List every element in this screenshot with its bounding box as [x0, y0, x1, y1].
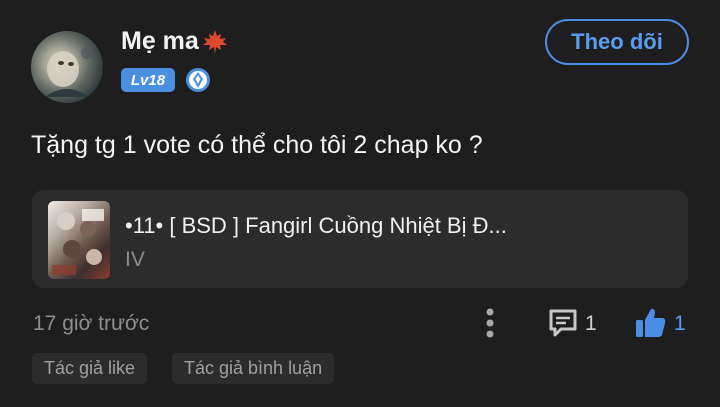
thumbs-up-icon[interactable] [633, 305, 669, 341]
more-options-icon[interactable] [480, 306, 500, 340]
diamond-rank-icon [186, 68, 210, 92]
avatar[interactable] [31, 31, 103, 103]
like-count: 1 [674, 312, 686, 335]
username-text: Mẹ ma [121, 27, 199, 55]
username[interactable]: Mẹ ma [121, 27, 229, 56]
maple-leaf-icon [202, 29, 227, 54]
timestamp: 17 giờ trước [33, 312, 150, 335]
reply-count: 1 [585, 312, 597, 335]
reply-icon[interactable] [546, 306, 580, 340]
story-cover-image [48, 201, 110, 279]
author-like-tag: Tác giả like [32, 353, 148, 384]
story-title: •11• [ BSD ] Fangirl Cuồng Nhiệt Bị Đ... [125, 213, 507, 238]
comment-text: Tặng tg 1 vote có thể cho tôi 2 chap ko … [31, 131, 483, 159]
story-card[interactable]: •11• [ BSD ] Fangirl Cuồng Nhiệt Bị Đ...… [32, 190, 688, 288]
story-chapter: IV [125, 248, 145, 271]
avatar-image [45, 47, 93, 97]
author-comment-tag: Tác giả bình luận [172, 353, 335, 384]
level-badge: Lv18 [121, 68, 175, 92]
follow-button[interactable]: Theo dõi [545, 19, 689, 65]
